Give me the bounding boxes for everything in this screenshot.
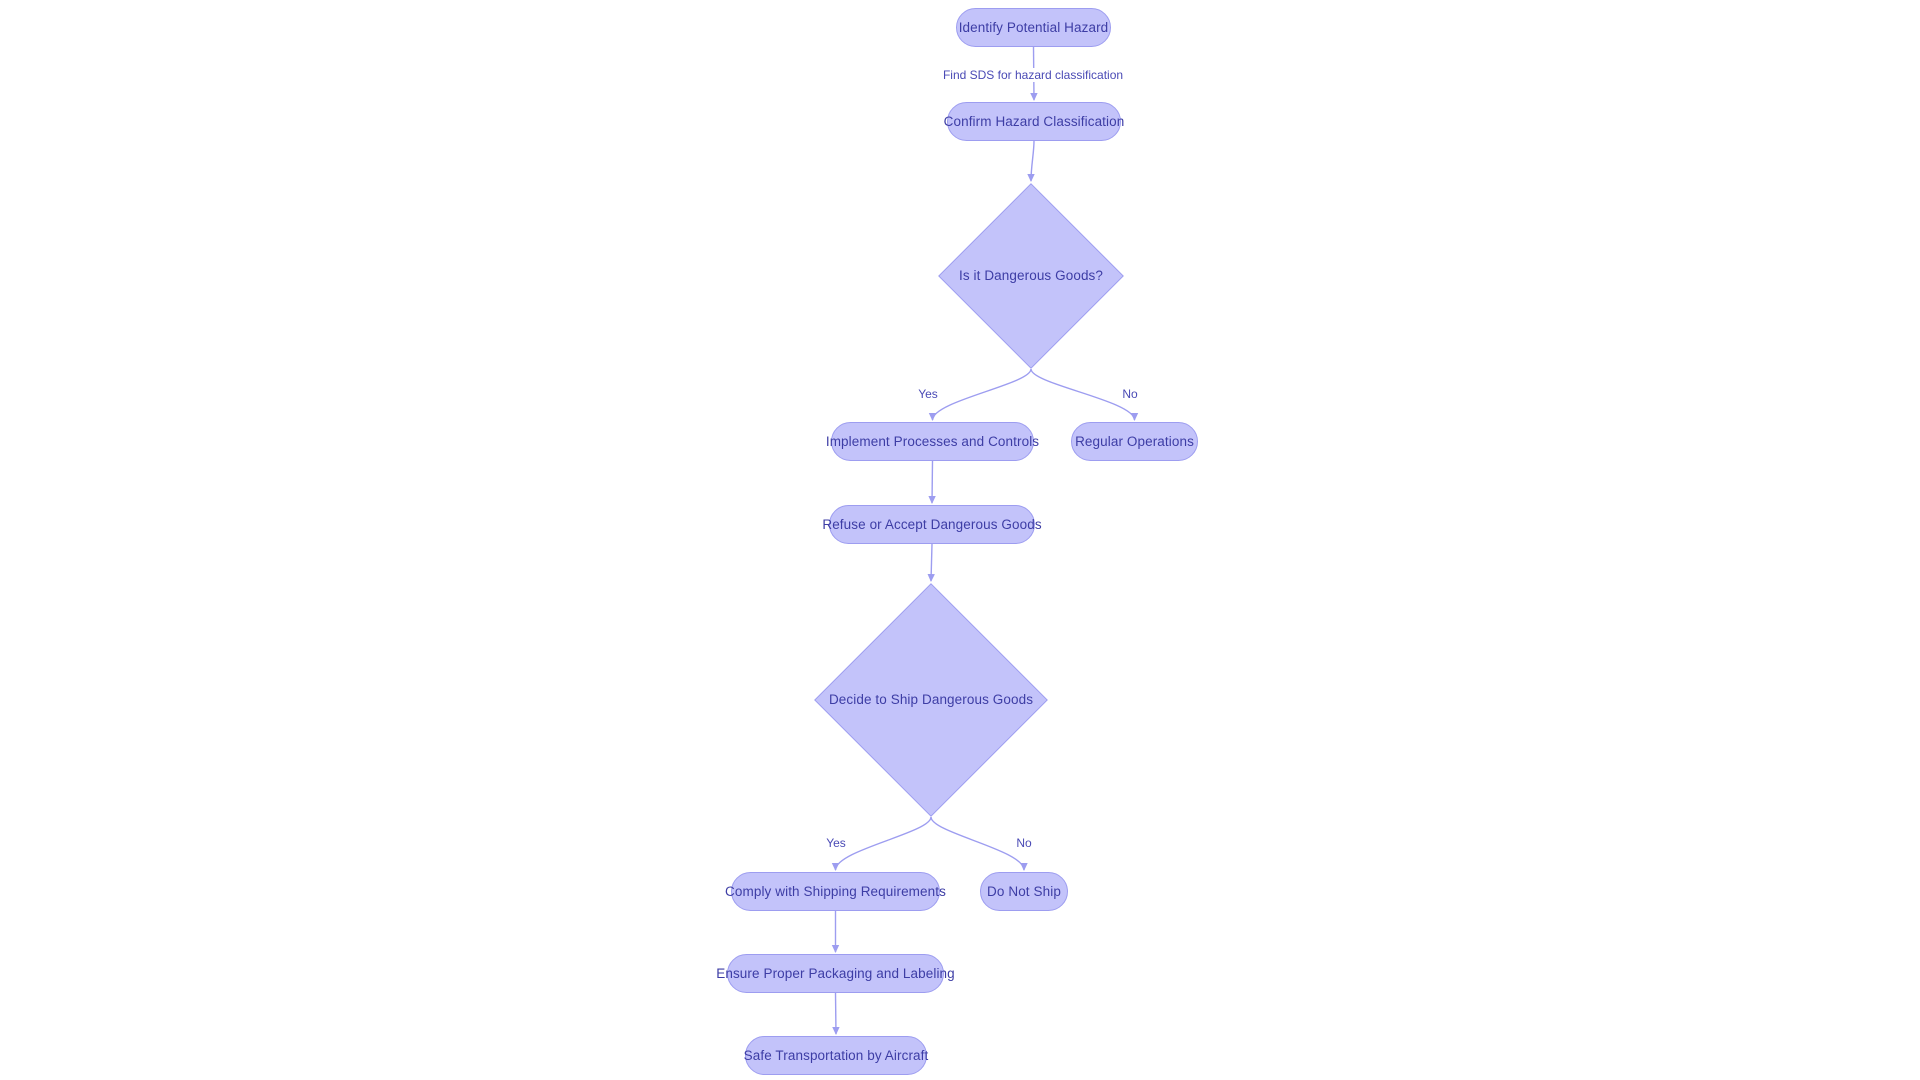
node-label: Regular Operations bbox=[1075, 433, 1194, 449]
edge-label-decide-to-comply: Yes bbox=[823, 836, 849, 850]
edge-confirm-to-isdg bbox=[1027, 140, 1035, 182]
node-label: Comply with Shipping Requirements bbox=[725, 883, 946, 899]
node-safe[interactable]: Safe Transportation by Aircraft bbox=[743, 1036, 929, 1075]
edge-decide-to-donotship bbox=[930, 816, 1028, 871]
edge-label-identify-to-confirm: Find SDS for hazard classification bbox=[939, 68, 1127, 82]
node-decide[interactable]: Decide to Ship Dangerous Goods bbox=[814, 583, 1048, 817]
edge-decide-to-comply bbox=[831, 816, 932, 871]
edge-label-isdg-to-implement: Yes bbox=[915, 387, 941, 401]
node-label: Do Not Ship bbox=[987, 883, 1061, 899]
edge-isdg-to-implement bbox=[928, 368, 1032, 421]
node-label: Identify Potential Hazard bbox=[958, 19, 1109, 35]
edge-label-decide-to-donotship: No bbox=[1013, 836, 1035, 850]
node-implement[interactable]: Implement Processes and Controls bbox=[826, 422, 1039, 461]
node-donotship[interactable]: Do Not Ship bbox=[980, 872, 1068, 911]
edge-label-isdg-to-regular: No bbox=[1119, 387, 1141, 401]
node-label: Refuse or Accept Dangerous Goods bbox=[822, 516, 1042, 532]
node-label: Ensure Proper Packaging and Labeling bbox=[716, 965, 955, 981]
node-label: Implement Processes and Controls bbox=[825, 433, 1040, 449]
node-refuse[interactable]: Refuse or Accept Dangerous Goods bbox=[822, 505, 1042, 544]
node-regular[interactable]: Regular Operations bbox=[1071, 422, 1198, 461]
node-isdg[interactable]: Is it Dangerous Goods? bbox=[938, 183, 1124, 369]
node-label: Decide to Ship Dangerous Goods bbox=[828, 692, 1034, 708]
node-packaging[interactable]: Ensure Proper Packaging and Labeling bbox=[716, 954, 955, 993]
node-label: Is it Dangerous Goods? bbox=[958, 268, 1104, 284]
node-label: Safe Transportation by Aircraft bbox=[743, 1047, 929, 1063]
edge-refuse-to-decide bbox=[927, 543, 935, 582]
node-label: Confirm Hazard Classification bbox=[943, 113, 1125, 129]
edge-implement-to-refuse bbox=[928, 460, 936, 504]
node-comply[interactable]: Comply with Shipping Requirements bbox=[725, 872, 946, 911]
flowchart-canvas: Identify Potential Hazard Confirm Hazard … bbox=[0, 0, 1920, 1080]
node-confirm[interactable]: Confirm Hazard Classification bbox=[944, 102, 1124, 141]
node-identify[interactable]: Identify Potential Hazard bbox=[956, 8, 1111, 47]
edge-packaging-to-safe bbox=[832, 992, 840, 1035]
